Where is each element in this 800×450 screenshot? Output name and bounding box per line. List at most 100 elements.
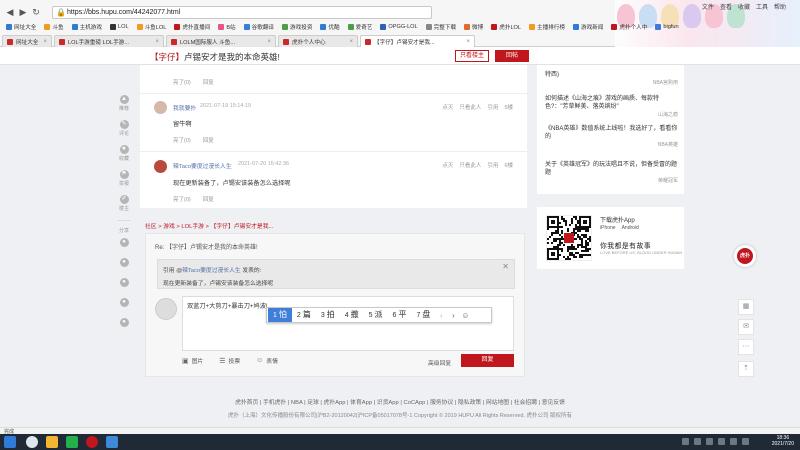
ime-emoji-icon[interactable]: ☺ — [459, 311, 471, 320]
tray-app-icon[interactable] — [730, 438, 737, 445]
apple-platform[interactable]: iPhone — [600, 225, 616, 231]
tray-network-icon[interactable] — [682, 438, 689, 445]
bookmark-item[interactable]: OPGG-LOL — [377, 24, 420, 30]
light-button[interactable]: 亮了(0) — [173, 78, 191, 86]
ime-candidate[interactable]: 6平 — [388, 308, 412, 322]
light-button[interactable]: 亮了(0) — [173, 195, 191, 203]
android-platform[interactable]: Android — [622, 225, 639, 231]
rail-star-button[interactable]: ★ 收藏 — [114, 145, 134, 162]
breadcrumb[interactable]: 社区 > 游戏 > LOL手游 > 【字仔】卢锡安才是我... — [145, 221, 273, 230]
browser-menu-item[interactable]: 收藏 — [738, 2, 750, 11]
close-quote-icon[interactable]: ✕ — [502, 262, 509, 271]
bookmark-item[interactable]: 完整下载 — [423, 23, 459, 31]
netease-music-icon[interactable] — [86, 436, 98, 448]
qq-share-button[interactable]: ● — [114, 298, 134, 307]
browser-menu-item[interactable]: 查看 — [720, 2, 732, 11]
bookmark-item[interactable]: bigfun — [652, 24, 681, 30]
more-float-icon[interactable]: ⋯ — [738, 339, 754, 355]
rail-flag-button[interactable]: ⚑ 举报 — [114, 170, 134, 187]
view-op-only-button[interactable]: 只看楼主 — [455, 50, 489, 62]
news-item[interactable]: 关于《英雄冠军》的玩法唱且不说，但备受冒的题题 荣耀冠军 — [545, 161, 678, 184]
post-reply-link[interactable]: 回复 — [203, 136, 214, 144]
top-reply-button[interactable]: 回帖 — [495, 50, 529, 62]
avatar[interactable] — [154, 101, 167, 114]
post-reply-link[interactable]: 回复 — [203, 78, 214, 86]
bookmark-item[interactable]: B站 — [215, 23, 238, 31]
tray-volume-icon[interactable] — [694, 438, 701, 445]
tray-ime-icon[interactable] — [706, 438, 713, 445]
news-item[interactable]: 《NBA英雄》数值系统上线啦！我选好了，看看你的 NBA英雄 — [545, 125, 678, 148]
qzone-share-button[interactable]: ● — [114, 278, 134, 287]
bookmark-item[interactable]: 谷歌翻译 — [241, 23, 277, 31]
ime-candidate[interactable]: 3拍 — [316, 308, 340, 322]
bookmark-item[interactable]: 斗鱼LOL — [134, 23, 170, 31]
browser-tab[interactable]: LOLM国际服人 斗鱼... × — [166, 35, 276, 47]
bookmark-item[interactable]: 斗鱼 — [41, 23, 66, 31]
ime-candidate[interactable]: 1怕 — [268, 308, 292, 322]
view-user-only-link[interactable]: 只看此人 — [459, 103, 481, 111]
post-username[interactable]: 辣Taco要度过漫长人生 — [173, 161, 232, 170]
browser-tab[interactable]: 虎扑个人中心 × — [278, 35, 358, 47]
start-icon[interactable] — [4, 436, 16, 448]
bookmark-item[interactable]: 爱奇艺 — [345, 23, 376, 31]
browser-tab[interactable]: 【字仔】卢锡安才是我... × — [360, 35, 475, 47]
wechat-icon[interactable] — [66, 436, 78, 448]
browser-tab[interactable]: 网址大全 × — [2, 35, 52, 47]
address-bar[interactable]: 🔒 https://bbs.hupu.com/44242077.html — [52, 6, 432, 19]
app-download-title[interactable]: 下载虎扑App — [600, 215, 635, 224]
close-tab-icon[interactable]: × — [466, 39, 470, 45]
folder-icon[interactable] — [46, 436, 58, 448]
quote-link[interactable]: 引用 — [487, 103, 498, 111]
forward-icon[interactable]: ▶ — [17, 6, 29, 18]
browser-icon[interactable] — [106, 436, 118, 448]
weibo-share-button[interactable]: ● — [114, 238, 134, 247]
news-item[interactable]: 特西) NBA宫购用 — [545, 71, 678, 86]
close-tab-icon[interactable]: × — [267, 39, 271, 45]
emoji-tool-button[interactable]: ☺ 表情 — [256, 356, 278, 365]
bookmark-item[interactable]: 优酷 — [317, 23, 342, 31]
search-icon[interactable] — [26, 436, 38, 448]
qrcode-float-icon[interactable]: ▦ — [738, 299, 754, 315]
close-tab-icon[interactable]: × — [349, 39, 353, 45]
submit-reply-button[interactable]: 回复 — [461, 354, 514, 367]
rail-comment-button[interactable]: ✎ 评论 — [114, 120, 134, 137]
ime-candidate[interactable]: 7盘 — [411, 308, 435, 322]
rail-up-button[interactable]: ▲ 推荐 — [114, 95, 134, 112]
browser-menu-item[interactable]: 工具 — [756, 2, 768, 11]
post-username[interactable]: 我就要扑 — [173, 103, 196, 112]
rail-pencil-button[interactable]: ✐ 楼主 — [114, 195, 134, 212]
bookmark-item[interactable]: 虎扑直播间 — [171, 23, 213, 31]
taskbar-clock[interactable]: 18:36 2021/7/20 — [772, 435, 794, 447]
advanced-reply-link[interactable]: 高级回复 — [428, 358, 451, 367]
bookmark-item[interactable]: 虎扑个人中 — [608, 23, 650, 31]
post-reply-link[interactable]: 回复 — [203, 195, 214, 203]
ime-candidate[interactable]: 2篇 — [292, 308, 316, 322]
bookmark-item[interactable]: 主播排行榜 — [526, 23, 568, 31]
avatar[interactable] — [154, 160, 167, 173]
ime-prev-page-icon[interactable]: ‹ — [435, 311, 447, 320]
bookmark-item[interactable]: 游戏投资 — [279, 23, 315, 31]
reply-textarea[interactable]: 双蓝刀+大剪刀+暴击刀+鸠波| — [182, 296, 514, 351]
dislike-link[interactable]: 点灭 — [442, 161, 453, 169]
back-to-top-icon[interactable]: ⇡ — [738, 361, 754, 377]
quote-link[interactable]: 引用 — [487, 161, 498, 169]
url-text[interactable]: https://bbs.hupu.com/44242077.html — [67, 9, 180, 16]
bookmark-item[interactable]: LOL — [107, 24, 132, 30]
news-item[interactable]: 如何描述《山海之痕》游戏的画质、每款特色?："芳草鲜美、落英缤纷" 山海之痕 — [545, 95, 678, 118]
tray-app-icon[interactable] — [718, 438, 725, 445]
bookmark-item[interactable]: 虎扑LOL — [488, 23, 524, 31]
browser-tab[interactable]: LOL手游重磅 LOL手游... × — [54, 35, 164, 47]
browser-menu-item[interactable]: 帮助 — [774, 2, 786, 11]
floating-app-badge[interactable]: 虎扑 — [734, 245, 756, 267]
close-tab-icon[interactable]: × — [155, 39, 159, 45]
ime-candidate[interactable]: 5派 — [364, 308, 388, 322]
link-share-button[interactable]: ● — [114, 318, 134, 327]
quote-username[interactable]: 辣Taco要度过漫长人生 — [182, 268, 241, 274]
bookmark-item[interactable]: 网址大全 — [3, 23, 39, 31]
close-tab-icon[interactable]: × — [43, 39, 47, 45]
wechat-share-button[interactable]: ● — [114, 258, 134, 267]
vote-tool-button[interactable]: ☰ 投票 — [219, 356, 240, 366]
feedback-float-icon[interactable]: ✉ — [738, 319, 754, 335]
view-user-only-link[interactable]: 只看此人 — [459, 161, 481, 169]
refresh-icon[interactable]: ↻ — [30, 6, 42, 18]
